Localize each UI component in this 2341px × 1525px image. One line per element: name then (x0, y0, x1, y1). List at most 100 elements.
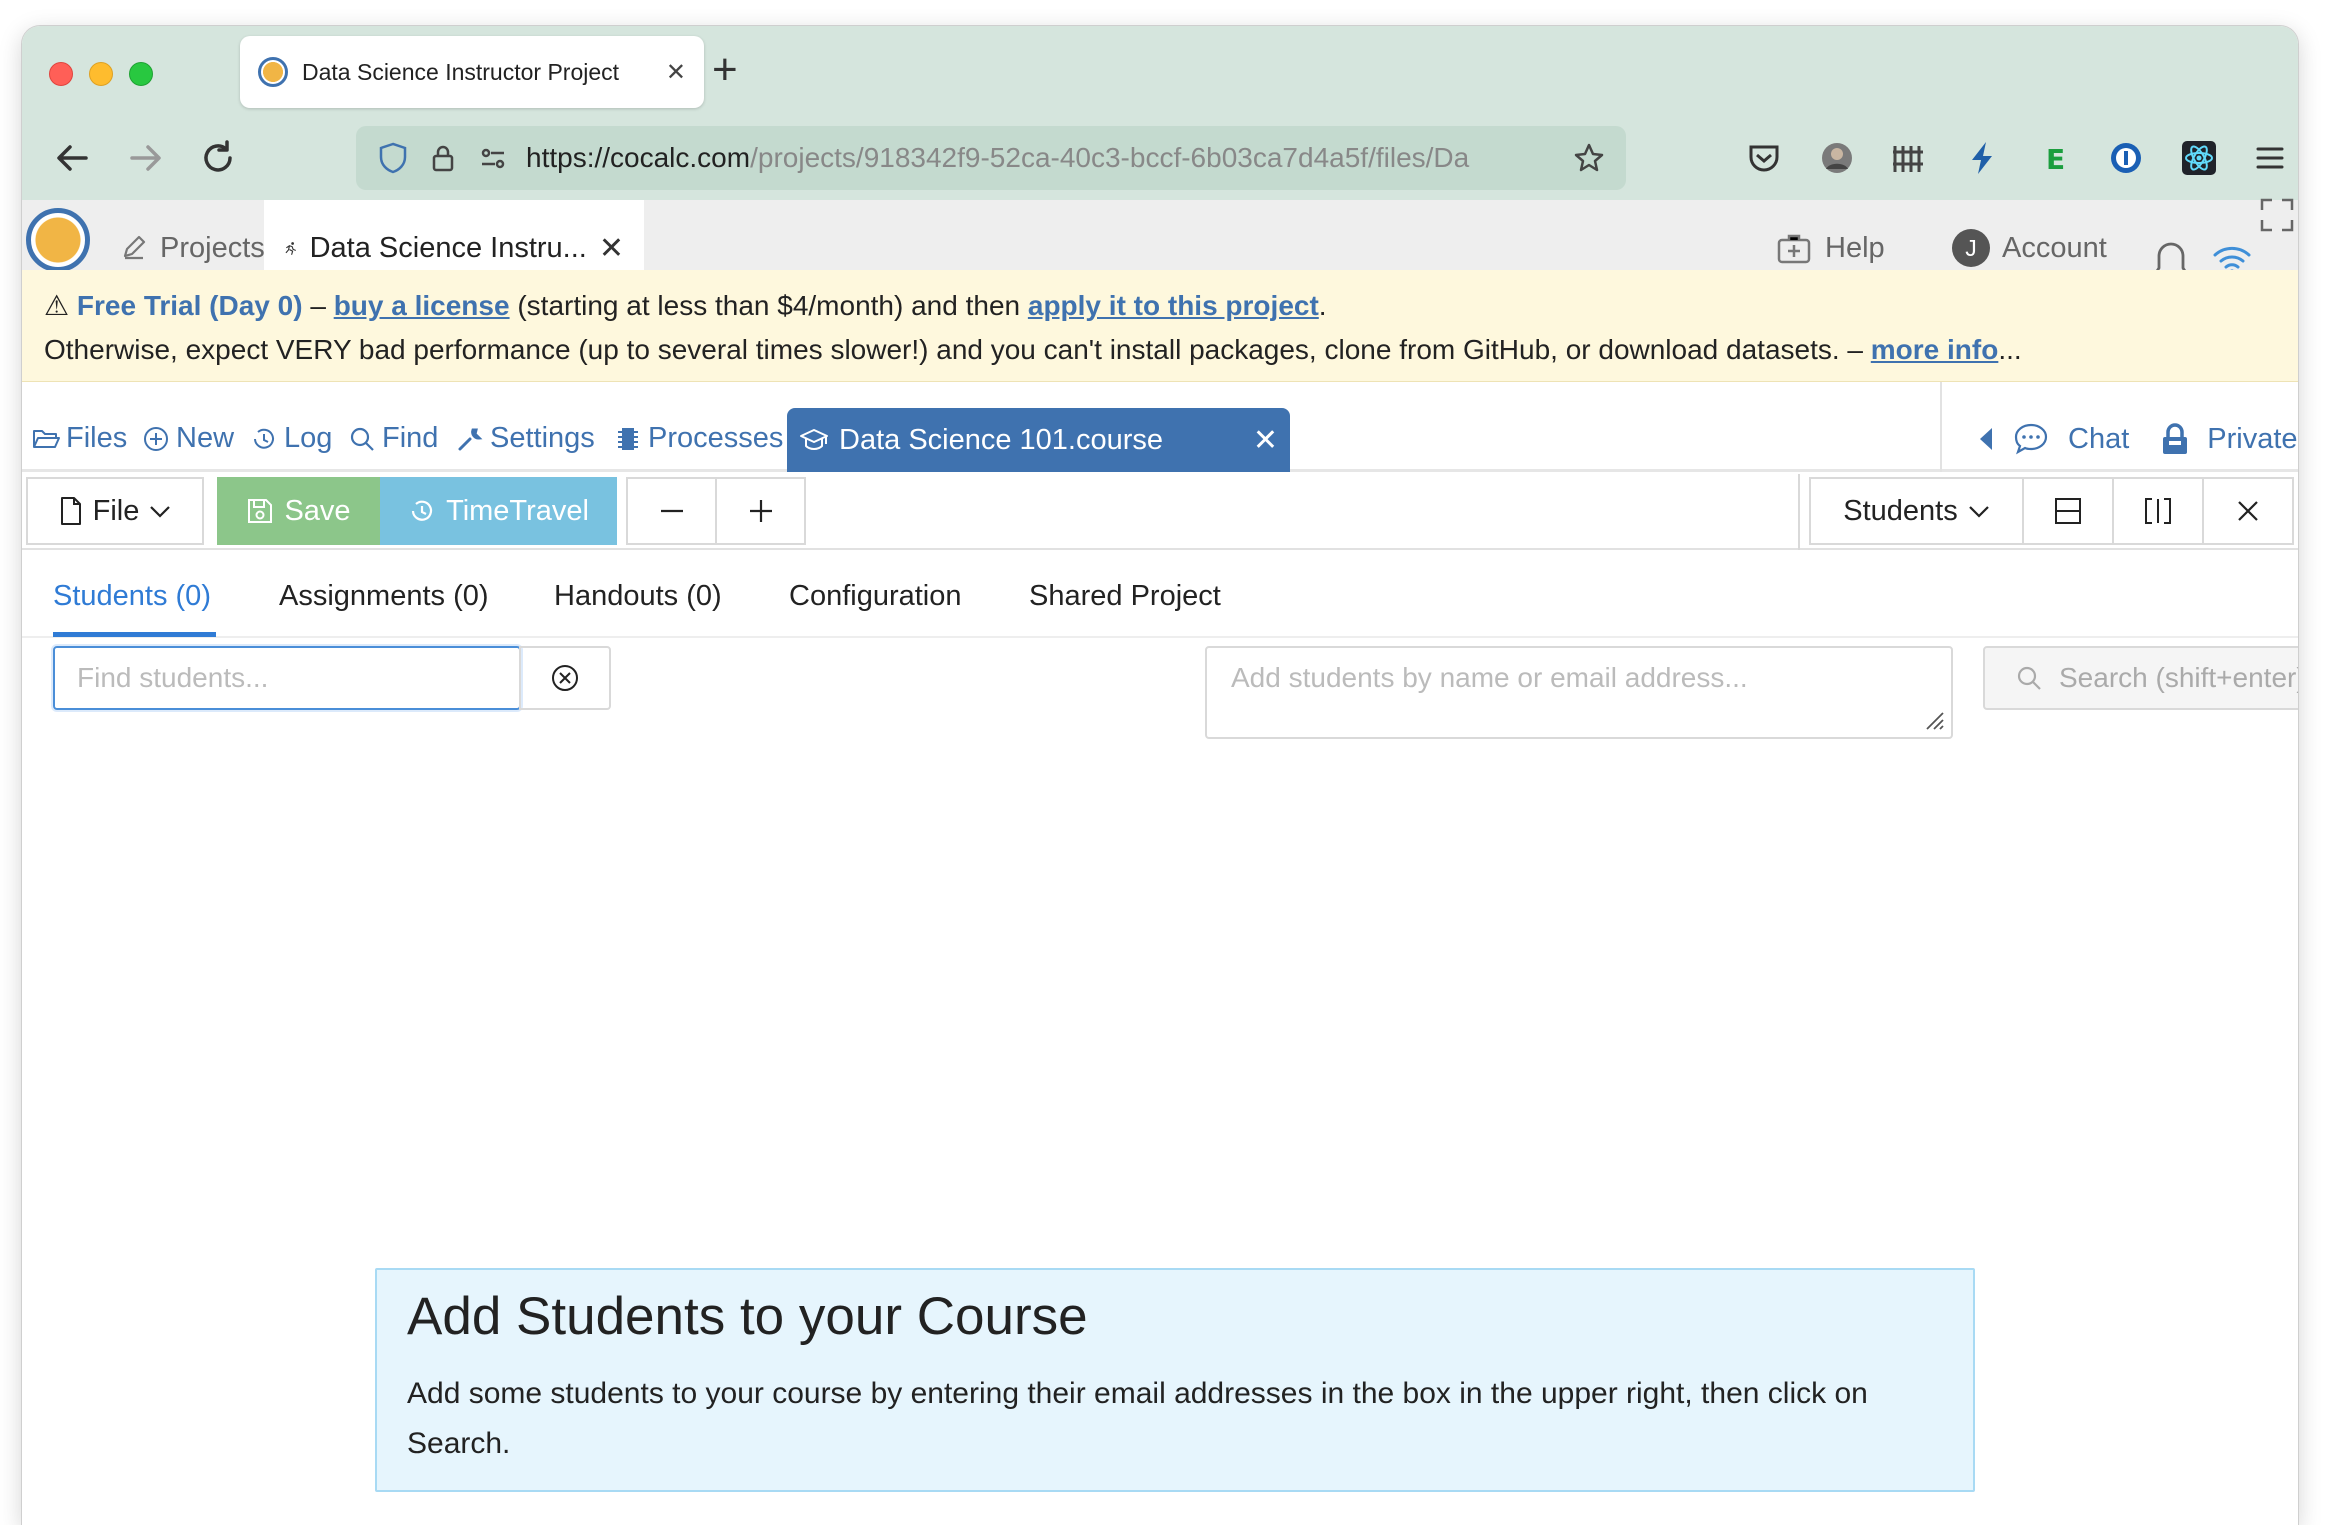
tab-shared-project[interactable]: Shared Project (1029, 580, 1221, 613)
close-icon[interactable]: ✕ (599, 231, 624, 266)
add-students-info-box: Add Students to your Course Add some stu… (375, 1268, 1975, 1492)
minimize-window-button[interactable] (89, 62, 113, 86)
processes-tab[interactable]: Processes (614, 422, 783, 455)
info-box-title: Add Students to your Course (407, 1287, 1088, 1346)
save-button[interactable]: Save (217, 477, 380, 545)
new-tab[interactable]: New (142, 422, 234, 455)
react-devtools-icon[interactable] (2179, 138, 2219, 178)
close-window-button[interactable] (49, 62, 73, 86)
trial-banner-line-2: Otherwise, expect VERY bad performance (… (44, 328, 2298, 372)
zoom-in-button[interactable] (715, 477, 806, 545)
settings-tab[interactable]: Settings (456, 422, 595, 455)
reload-icon[interactable] (196, 136, 240, 180)
info-box-body: Add some students to your course by ente… (407, 1377, 1868, 1460)
forward-arrow-icon[interactable] (124, 136, 168, 180)
search-icon (2017, 666, 2041, 690)
profile-extension-icon[interactable] (1817, 138, 1857, 178)
evernote-extension-icon[interactable]: E (2034, 138, 2074, 178)
folder-open-icon (33, 429, 60, 448)
history-icon (411, 500, 433, 521)
new-tab-plus-icon[interactable]: + (712, 48, 738, 92)
browser-tab[interactable]: Data Science Instructor Project ✕ (240, 36, 704, 108)
banner-text-2: Otherwise, expect VERY bad performance (… (44, 334, 1871, 365)
files-tab-label: Files (66, 422, 128, 454)
menu-hamburger-icon[interactable] (2250, 138, 2290, 178)
file-icon (60, 497, 81, 525)
graduation-cap-icon (800, 429, 828, 450)
save-label: Save (284, 494, 351, 527)
svg-text:E: E (2046, 143, 2065, 176)
save-icon (248, 499, 273, 523)
tab-students[interactable]: Students (0) (53, 580, 211, 613)
wrench-icon (458, 428, 483, 450)
pocket-icon[interactable] (1744, 138, 1784, 178)
add-students-textarea[interactable]: Add students by name or email address... (1205, 646, 1953, 739)
more-info-link[interactable]: more info (1871, 334, 1999, 365)
close-icon[interactable]: ✕ (666, 58, 686, 87)
timetravel-button[interactable]: TimeTravel (380, 477, 617, 545)
tab-handouts[interactable]: Handouts (0) (554, 580, 722, 613)
settings-tab-label: Settings (490, 422, 595, 454)
url-bar[interactable]: https://cocalc.com/projects/918342f9-52c… (356, 126, 1626, 190)
search-students-button[interactable]: Search (shift+enter) (1983, 646, 2298, 710)
zoom-out-button[interactable] (626, 477, 717, 545)
close-icon[interactable]: ✕ (1253, 423, 1278, 458)
cocalc-logo-icon[interactable] (26, 208, 90, 272)
course-tabs: Students (0) Assignments (0) Handouts (0… (22, 550, 2298, 638)
running-figure-icon (285, 242, 296, 255)
apply-license-link[interactable]: apply it to this project (1028, 290, 1319, 321)
close-icon (2238, 501, 2258, 521)
chat-label[interactable]: Chat (2068, 423, 2129, 456)
frame-type-select[interactable]: Students (1809, 477, 2024, 545)
project-tab-label: Data Science Instru... (309, 231, 587, 264)
clear-search-button[interactable] (519, 646, 611, 710)
active-tab-indicator (53, 632, 216, 637)
processes-tab-label: Processes (648, 422, 784, 454)
chevron-down-icon (150, 506, 171, 518)
pencil-icon (123, 235, 146, 260)
private-label[interactable]: Private (2207, 423, 2297, 456)
caret-left-icon[interactable] (1976, 424, 1996, 454)
resize-grip-icon[interactable] (1923, 709, 1945, 731)
lock-icon[interactable] (426, 141, 460, 175)
maximize-window-button[interactable] (129, 62, 153, 86)
close-frame-button[interactable] (2202, 477, 2294, 545)
toolbar-divider (1798, 474, 1800, 550)
lock-icon (2163, 423, 2188, 454)
banner-dash: – (302, 290, 334, 321)
new-tab-label: New (176, 422, 235, 454)
close-circle-icon (552, 665, 578, 691)
split-horizontal-button[interactable] (2022, 477, 2114, 545)
chevron-down-icon (1968, 506, 1989, 518)
course-file-tab[interactable]: Data Science 101.course ✕ (787, 408, 1290, 472)
find-tab[interactable]: Find (348, 422, 438, 455)
permissions-icon[interactable] (476, 141, 510, 175)
file-menu-label: File (92, 494, 140, 527)
search-icon (350, 427, 374, 451)
browser-window: Data Science Instructor Project ✕ + http… (22, 26, 2298, 1525)
back-arrow-icon[interactable] (50, 136, 94, 180)
password-manager-icon[interactable] (2106, 138, 2146, 178)
bars-extension-icon[interactable] (1889, 138, 1929, 178)
split-vertical-button[interactable] (2112, 477, 2204, 545)
bolt-extension-icon[interactable] (1962, 138, 2002, 178)
tab-assignments[interactable]: Assignments (0) (279, 580, 489, 613)
plus-icon (749, 500, 772, 522)
frame-type-label: Students (1843, 494, 1958, 527)
microchip-icon (618, 427, 638, 450)
files-tab[interactable]: Files (32, 422, 127, 455)
shield-icon[interactable] (376, 141, 410, 175)
projects-tab-label: Projects (160, 231, 265, 264)
trial-banner: ⚠ Free Trial (Day 0) – buy a license (st… (22, 270, 2298, 382)
banner-ellipsis: ... (1998, 334, 2022, 365)
plus-circle-icon (144, 426, 168, 451)
find-students-input[interactable]: Find students... (53, 646, 521, 710)
bookmark-star-icon[interactable] (1572, 141, 1606, 175)
split-vertical-icon (2145, 498, 2171, 524)
buy-license-link[interactable]: buy a license (334, 290, 510, 321)
project-tabs-right: Chat Private (1940, 382, 2298, 472)
fullscreen-icon[interactable] (2260, 198, 2294, 232)
file-menu-button[interactable]: File (26, 477, 204, 545)
tab-configuration[interactable]: Configuration (789, 580, 962, 613)
log-tab[interactable]: Log (250, 422, 332, 455)
